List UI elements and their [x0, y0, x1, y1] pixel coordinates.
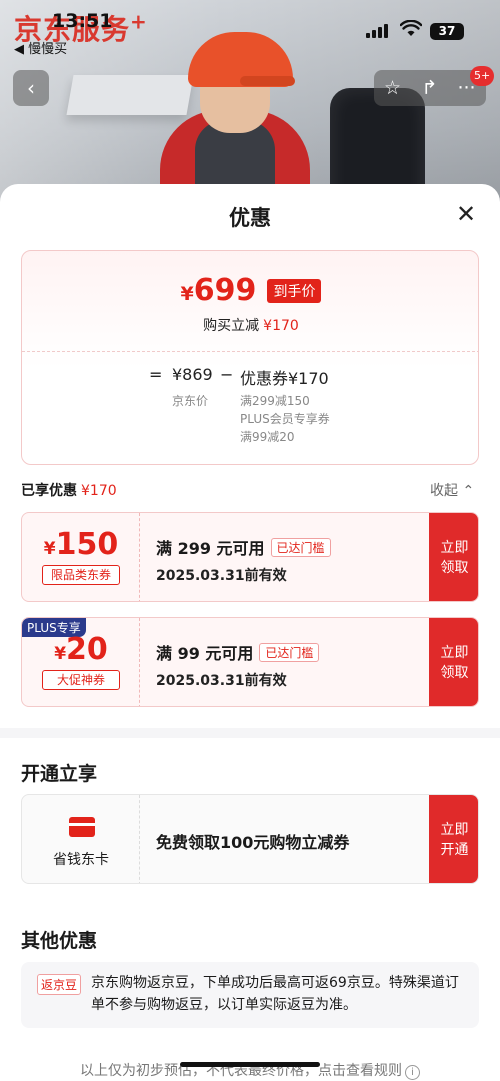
coupon-type: 大促神券: [42, 670, 120, 690]
favorite-star-icon[interactable]: ☆: [374, 70, 411, 106]
wifi-icon: [399, 19, 423, 42]
membership-section-title: 开通立享: [21, 763, 98, 785]
open-membership-button[interactable]: 立即 开通: [429, 795, 478, 883]
back-button[interactable]: ‹: [13, 70, 49, 106]
close-icon[interactable]: ✕: [452, 200, 480, 228]
summary-divider: [22, 351, 478, 352]
coupon-amount: ¥150: [43, 527, 119, 562]
other-section-title: 其他优惠: [21, 930, 98, 952]
membership-desc: 免费领取100元购物立减券: [156, 833, 350, 852]
final-price-tag: 到手价: [267, 278, 322, 303]
instant-reduction: 购买立减 ¥170: [203, 318, 299, 334]
threshold-met-badge: 已达门槛: [259, 643, 320, 662]
hero-shelf: [66, 75, 194, 115]
battery-icon: 37: [430, 23, 464, 40]
price-summary-card: ¥699 到手价 购买立减 ¥170 = ¥869 − 优惠券¥170 京东价 满…: [21, 250, 479, 465]
original-price-label: 京东价: [172, 394, 209, 408]
share-icon[interactable]: ↱: [411, 70, 448, 106]
jingdou-rebate-box: 返京豆 京东购物返京豆，下单成功后最高可返69京豆。特殊渠道订单不参与购物返豆，…: [21, 962, 479, 1028]
coupon-total: 优惠券¥170: [240, 369, 329, 388]
coupon-value-area: ¥150 限品类东券: [22, 513, 140, 601]
home-indicator: [180, 1062, 320, 1067]
equals-sign: =: [149, 365, 163, 384]
membership-card: 省钱东卡 免费领取100元购物立减券 立即 开通: [21, 794, 479, 884]
coupon-expiry: 2025.03.31前有效: [156, 568, 287, 584]
message-badge: 5+: [470, 66, 495, 86]
info-icon: i: [405, 1065, 420, 1080]
final-price: ¥699: [180, 273, 257, 308]
collapse-toggle[interactable]: 收起 ⌃: [430, 480, 474, 500]
status-time: 13:51: [52, 10, 113, 32]
back-to-app-link[interactable]: ◀ 慢慢买: [14, 38, 67, 57]
discount-sheet: 优惠 ✕ ¥699 到手价 购买立减 ¥170 = ¥869 − 优惠券¥170 …: [0, 184, 500, 1081]
threshold-met-badge: 已达门槛: [270, 538, 331, 557]
rebate-text: 京东购物返京豆，下单成功后最高可返69京豆。特殊渠道订单不参与购物返豆，以订单实…: [91, 975, 459, 1013]
claim-coupon-button[interactable]: 立即 领取: [429, 513, 478, 601]
membership-icon-area: 省钱东卡: [22, 795, 140, 883]
sheet-title: 优惠: [229, 206, 271, 230]
helmet-brim: [240, 76, 295, 86]
claim-coupon-button[interactable]: 立即 领取: [429, 618, 478, 706]
status-bar: 13:51 ◀ 慢慢买 37: [0, 0, 500, 57]
coupon-value-area: PLUS专享 ¥20 大促神券: [22, 618, 140, 706]
coupon-card: ¥150 限品类东券 满 299 元可用 已达门槛 2025.03.31前有效 立…: [21, 512, 479, 602]
final-price-row: ¥699 到手价: [22, 273, 478, 308]
chevron-left-icon: ‹: [27, 76, 35, 100]
coupon-card: PLUS专享 ¥20 大促神券 满 99 元可用 已达门槛 2025.03.31前…: [21, 617, 479, 707]
cellular-signal-icon: [366, 24, 390, 38]
rebate-tag: 返京豆: [37, 974, 82, 995]
membership-name: 省钱东卡: [53, 852, 109, 868]
coupon-breakdown: 满299减150 PLUS会员专享券 满99减20: [240, 394, 330, 444]
coupon-condition: 满 99 元可用 已达门槛: [156, 640, 320, 664]
coupon-condition: 满 299 元可用 已达门槛: [156, 535, 331, 559]
minus-sign: −: [220, 365, 234, 384]
original-price: ¥869: [172, 365, 213, 384]
coupon-expiry: 2025.03.31前有效: [156, 673, 287, 689]
card-icon: [69, 817, 95, 837]
enjoyed-discount-label: 已享优惠 ¥170: [21, 483, 117, 499]
section-separator: [0, 728, 500, 738]
coupon-amount: ¥20: [54, 632, 108, 667]
coupon-type: 限品类东券: [42, 565, 120, 585]
